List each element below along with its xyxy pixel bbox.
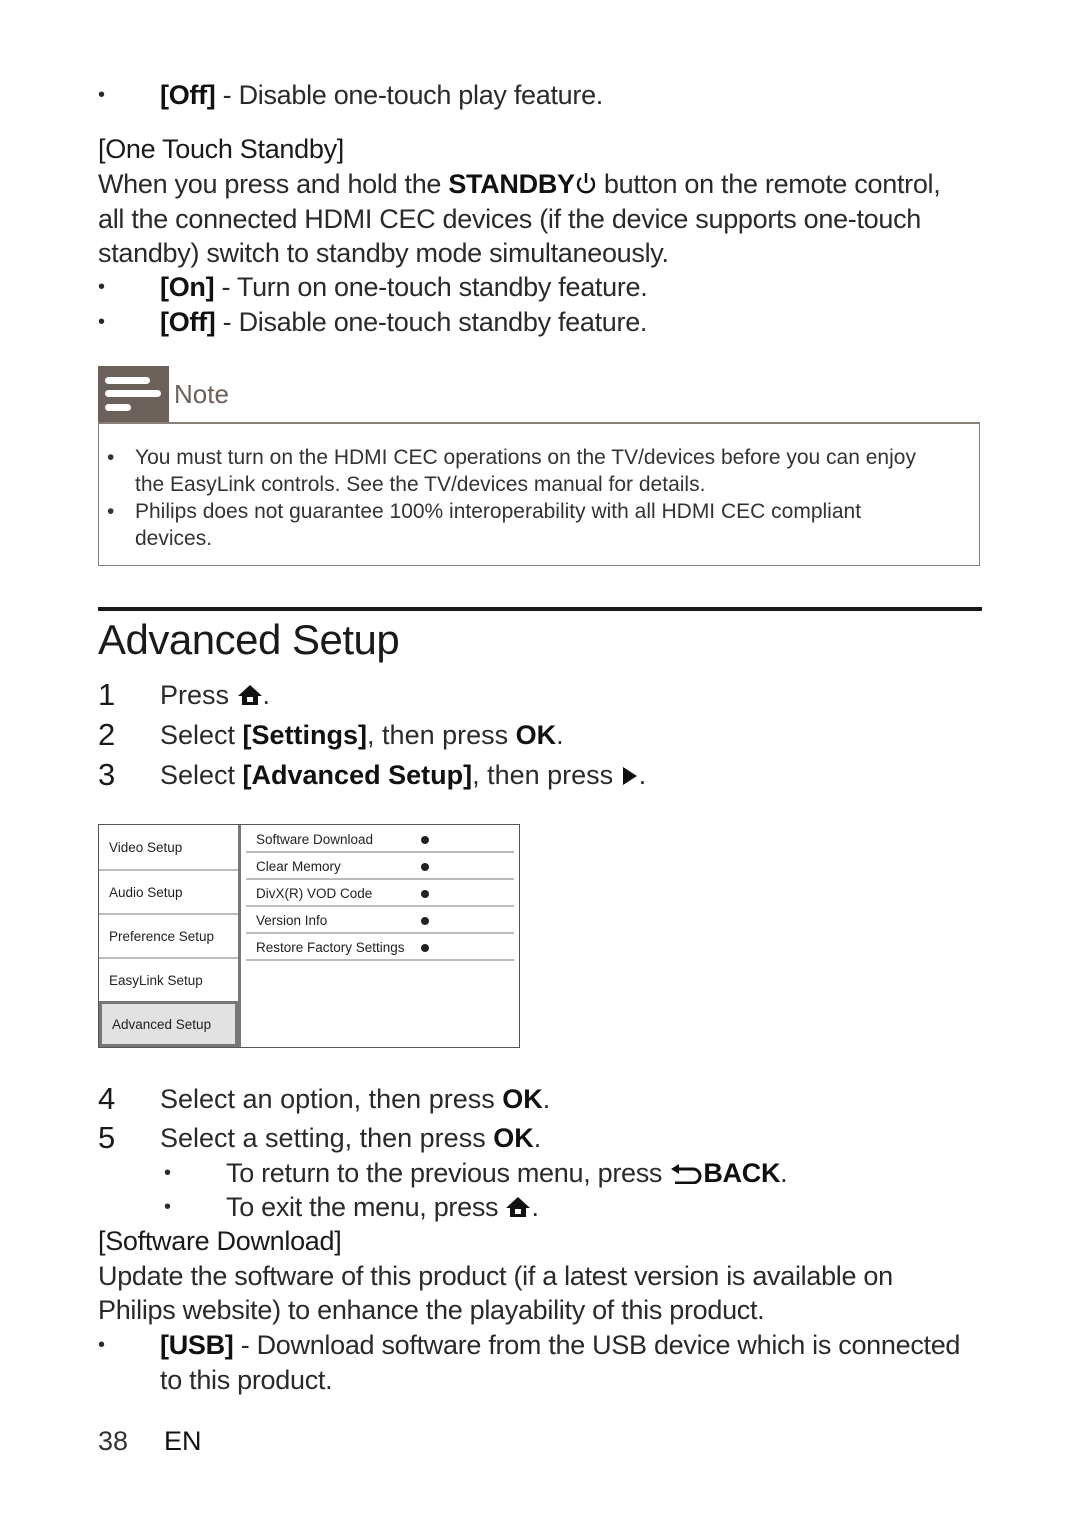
- bullet: •: [98, 311, 105, 333]
- option-text: - Disable one-touch standby feature.: [215, 307, 648, 337]
- button-key: OK: [502, 1084, 543, 1114]
- button-key: OK: [515, 720, 557, 750]
- menu-option-clear-memory[interactable]: Clear Memory: [246, 854, 514, 880]
- back-icon: [669, 1158, 703, 1193]
- step-text: , then press: [472, 760, 621, 790]
- bullet-text: To return to the previous menu, press: [226, 1158, 670, 1188]
- step-text: Select an option, then press: [160, 1084, 503, 1114]
- button-key: BACK: [703, 1158, 781, 1188]
- note-icon: [98, 366, 169, 423]
- step-number: 4: [98, 1081, 116, 1116]
- bullet: •: [164, 1196, 171, 1218]
- setup-menu-screenshot: Video Setup Audio Setup Preference Setup…: [98, 824, 520, 1048]
- step-text: .: [556, 720, 564, 750]
- menu-key: [Settings]: [242, 720, 368, 750]
- menu-option-divx-vod-code[interactable]: DivX(R) VOD Code: [246, 881, 514, 907]
- standby-key-label: STANDBY: [448, 169, 575, 199]
- step-number: 5: [98, 1120, 116, 1155]
- text: When you press and hold the: [98, 169, 449, 199]
- option-bullet-icon: [421, 917, 429, 925]
- step-number: 3: [98, 757, 116, 792]
- menu-option-version-info[interactable]: Version Info: [246, 908, 514, 934]
- step-text: .: [262, 680, 271, 710]
- paragraph-line: When you press and hold the STANDBY butt…: [98, 167, 941, 204]
- paragraph-line: Philips website) to enhance the playabil…: [98, 1295, 765, 1325]
- option-label: DivX(R) VOD Code: [256, 886, 373, 901]
- step-number: 1: [98, 677, 116, 712]
- paragraph-line: standby) switch to standby mode simultan…: [98, 238, 669, 268]
- menu-categories: Video Setup Audio Setup Preference Setup…: [99, 825, 241, 1047]
- note-box: • You must turn on the HDMI CEC operatio…: [98, 422, 980, 566]
- paragraph-line: all the connected HDMI CEC devices (if t…: [98, 204, 922, 234]
- bullet: •: [98, 84, 105, 106]
- option-label: Software Download: [256, 832, 374, 847]
- option-label: Clear Memory: [256, 859, 341, 874]
- option-text: - Download software from the USB device …: [233, 1330, 961, 1360]
- menu-category-audio-setup[interactable]: Audio Setup: [99, 871, 238, 915]
- step-text: .: [533, 1123, 542, 1153]
- language-code: EN: [164, 1426, 202, 1456]
- menu-category-advanced-setup[interactable]: Advanced Setup: [99, 1001, 238, 1047]
- note-header: Note: [98, 366, 398, 423]
- option-text: - Disable one-touch play feature.: [215, 80, 604, 110]
- note-label: Note: [174, 379, 229, 409]
- button-key: OK: [493, 1123, 534, 1153]
- section-divider: [98, 607, 982, 611]
- home-icon: [237, 680, 263, 714]
- step-text: Select: [160, 720, 243, 750]
- step-number: 2: [98, 717, 116, 752]
- play-right-icon: [621, 760, 639, 794]
- step-text: .: [542, 1084, 551, 1114]
- option-label: Version Info: [256, 913, 328, 928]
- note-text: You must turn on the HDMI CEC operations…: [135, 446, 916, 469]
- section-heading-software-download: [Software Download]: [98, 1226, 342, 1256]
- option-key: [USB]: [160, 1330, 234, 1360]
- bullet: •: [107, 446, 115, 469]
- section-heading-one-touch-standby: [One Touch Standby]: [98, 134, 344, 164]
- option-key: [Off]: [160, 80, 216, 110]
- section-title: Advanced Setup: [98, 616, 400, 663]
- menu-category-preference-setup[interactable]: Preference Setup: [99, 915, 238, 959]
- option-key: [Off]: [160, 307, 216, 337]
- option-bullet-icon: [421, 944, 429, 952]
- step-text: Press: [160, 680, 237, 710]
- page-footer: 38 EN: [98, 1426, 202, 1457]
- option-label: Restore Factory Settings: [256, 940, 405, 955]
- step-text: , then press: [367, 720, 516, 750]
- option-bullet-icon: [421, 890, 429, 898]
- step-text: .: [638, 760, 647, 790]
- menu-key: [Advanced Setup]: [242, 760, 473, 790]
- menu-category-easylink-setup[interactable]: EasyLink Setup: [99, 959, 238, 1001]
- paragraph-line: Update the software of this product (if …: [98, 1261, 893, 1291]
- power-icon: [575, 169, 597, 204]
- bullet-text: .: [531, 1192, 539, 1222]
- bullet: •: [107, 500, 115, 523]
- bullet-text: .: [780, 1158, 788, 1188]
- note-text: devices.: [135, 527, 213, 550]
- note-text: the EasyLink controls. See the TV/device…: [135, 473, 706, 496]
- bullet: •: [164, 1162, 171, 1184]
- home-icon: [505, 1192, 531, 1227]
- option-text: to this product.: [160, 1364, 333, 1395]
- option-text: - Turn on one-touch standby feature.: [214, 272, 648, 302]
- text: button on the remote control,: [596, 169, 941, 199]
- menu-option-software-download[interactable]: Software Download: [246, 827, 514, 853]
- menu-category-video-setup[interactable]: Video Setup: [99, 825, 238, 871]
- option-key: [On]: [160, 272, 215, 302]
- option-bullet-icon: [421, 836, 429, 844]
- bullet-text: To exit the menu, press: [226, 1192, 506, 1222]
- note-text: Philips does not guarantee 100% interope…: [135, 500, 862, 523]
- step-text: Select a setting, then press: [160, 1123, 494, 1153]
- bullet: •: [98, 276, 105, 298]
- option-bullet-icon: [421, 863, 429, 871]
- menu-option-restore-factory-settings[interactable]: Restore Factory Settings: [246, 935, 514, 961]
- step-text: Select: [160, 760, 243, 790]
- page-number: 38: [98, 1426, 129, 1456]
- bullet: •: [98, 1334, 105, 1356]
